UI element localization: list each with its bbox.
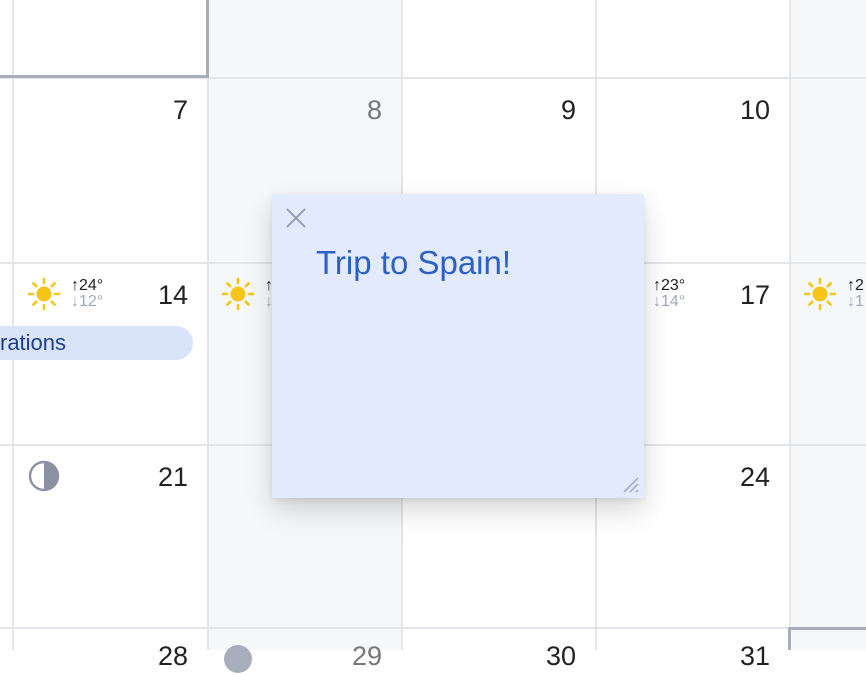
day-number: 7 <box>172 95 188 125</box>
day-number: 21 <box>157 462 188 492</box>
day-cell[interactable] <box>402 0 596 78</box>
event-bar[interactable]: rations <box>0 326 193 360</box>
note-text[interactable]: Trip to Spain! <box>316 244 511 282</box>
moon-phase-icon <box>28 460 60 492</box>
temp-high: ↑23° <box>653 277 686 294</box>
day-number: 9 <box>560 95 576 125</box>
sun-icon <box>27 277 61 311</box>
day-cell-next[interactable] <box>790 628 866 650</box>
weather-temps: ↑24° ↓12° <box>71 278 103 310</box>
temp-low: ↓1 <box>847 293 864 310</box>
close-icon[interactable] <box>284 206 308 230</box>
month-boundary-line <box>206 0 209 77</box>
day-number: 28 <box>157 641 188 671</box>
grid-line <box>789 0 791 650</box>
day-number: 30 <box>545 641 576 671</box>
grid-line <box>12 0 14 650</box>
day-number: 29 <box>351 641 382 671</box>
day-cell[interactable] <box>596 0 790 78</box>
sun-icon <box>803 277 837 311</box>
temp-high: ↑24° <box>71 277 104 294</box>
weather-temps: ↑2 ↓1 <box>847 278 864 310</box>
sun-icon <box>221 277 255 311</box>
temp-high: ↑2 <box>847 277 864 294</box>
temp-low: ↓12° <box>71 293 104 310</box>
day-number: 31 <box>739 641 770 671</box>
day-number: 24 <box>739 462 770 492</box>
day-number: 10 <box>739 95 770 125</box>
day-cell-11[interactable] <box>790 78 866 263</box>
day-number: 17 <box>739 280 770 310</box>
day-number: 14 <box>157 280 188 310</box>
grid-line <box>207 0 209 650</box>
month-boundary-line <box>0 75 209 78</box>
day-cell[interactable] <box>790 0 866 78</box>
sticky-note[interactable]: Trip to Spain! <box>272 194 644 498</box>
moon-phase-icon <box>224 645 252 673</box>
day-number: 8 <box>366 95 382 125</box>
month-boundary-line <box>788 627 791 650</box>
resize-handle-icon[interactable] <box>618 472 640 494</box>
weather-temps: ↑23° ↓14° <box>653 278 685 310</box>
month-boundary-line <box>788 627 866 630</box>
day-cell-25[interactable] <box>790 445 866 628</box>
day-cell[interactable] <box>0 0 208 78</box>
grid-line <box>0 627 866 629</box>
day-cell[interactable] <box>208 0 402 78</box>
temp-low: ↓14° <box>653 293 686 310</box>
